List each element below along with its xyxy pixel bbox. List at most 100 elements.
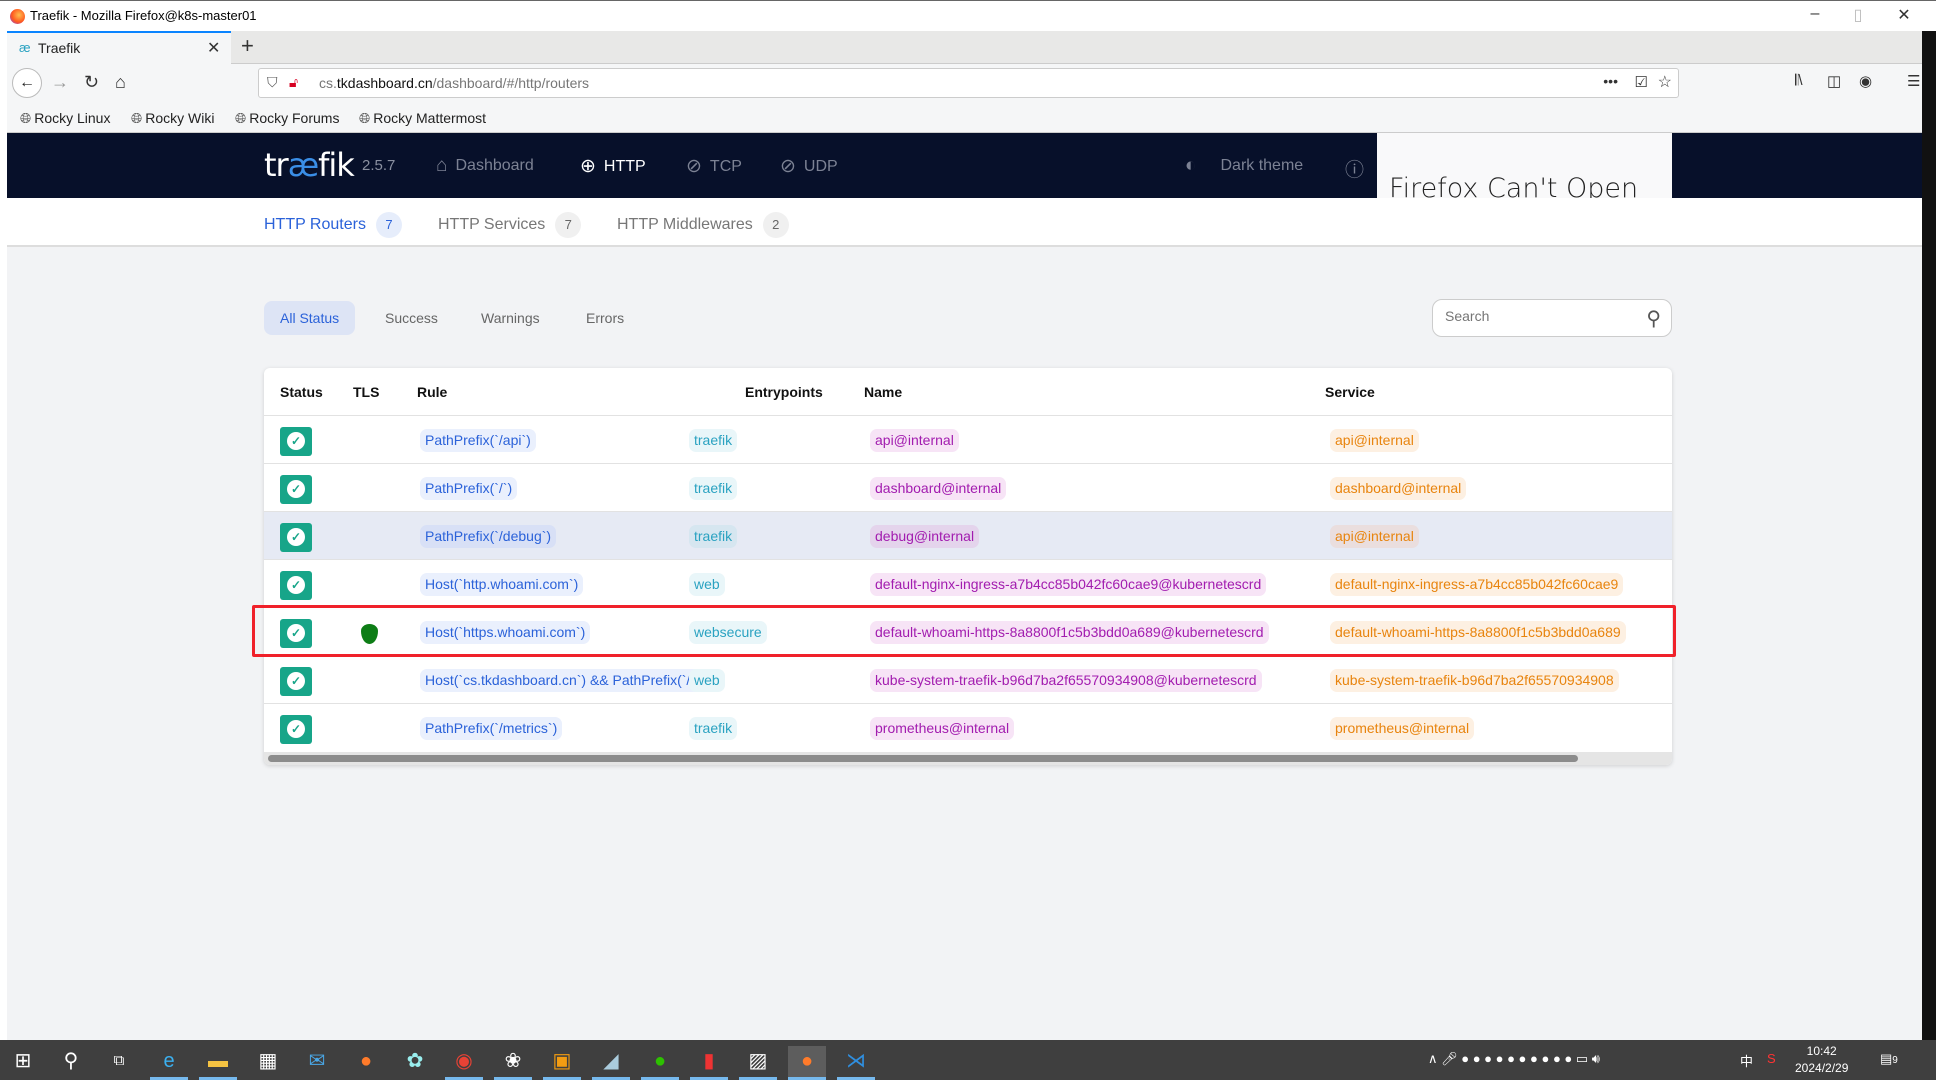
app-icon[interactable]: ▣	[543, 1046, 581, 1080]
app-icon[interactable]: ❀	[494, 1046, 532, 1080]
sidebar-icon[interactable]: ◫	[1827, 72, 1841, 90]
count-badge: 7	[375, 212, 402, 238]
sogou-icon[interactable]: S	[1767, 1051, 1776, 1066]
edge-icon[interactable]: e	[150, 1046, 188, 1080]
search-taskbar-icon[interactable]: ⚲	[52, 1046, 90, 1080]
scrollbar-thumb[interactable]	[268, 755, 1578, 762]
home-button[interactable]: ⌂	[115, 72, 126, 93]
subtabs: HTTP Routers 7 HTTP Services 7 HTTP Middle…	[7, 198, 1922, 247]
version-label: 2.5.7	[362, 157, 396, 174]
tab-http-routers[interactable]: HTTP Routers 7	[264, 212, 402, 238]
file-explorer-icon[interactable]: ▬	[199, 1046, 237, 1080]
forward-button[interactable]: →	[51, 72, 69, 93]
success-check-icon	[280, 523, 312, 552]
tab-http-middlewares[interactable]: HTTP Middlewares 2	[617, 212, 789, 238]
table-row[interactable]: PathPrefix(`/`) traefik dashboard@internal…	[264, 463, 1672, 511]
store-icon[interactable]: ▦	[249, 1046, 287, 1080]
rule-chip: PathPrefix(`/debug`)	[420, 525, 557, 548]
nav-tcp[interactable]: ⊘ TCP	[686, 155, 742, 178]
taskbar: ⊞ ⚲ ⧉ e ▬ ▦ ✉ ● ✿ ◉ ❀ ▣ ◢ ● ▮ ▨ ● ⋊ ∧ 🎤︎…	[0, 1040, 1936, 1080]
url-text[interactable]: cs.tkdashboard.cn/dashboard/#/http/route…	[319, 75, 589, 91]
help-button[interactable]: ⓘ	[1345, 155, 1364, 182]
table-row[interactable]: PathPrefix(`/metrics`) traefik prometheus@…	[264, 703, 1672, 751]
filter-warnings[interactable]: Warnings	[465, 301, 556, 335]
menu-icon[interactable]: ☰	[1907, 72, 1920, 90]
app-icon[interactable]: ▮	[690, 1046, 728, 1080]
bookmark-star-icon[interactable]: ☆	[1658, 72, 1672, 92]
insecure-lock-icon[interactable]: 🔓︎	[289, 74, 298, 91]
close-tab-icon[interactable]: ✕	[207, 38, 220, 58]
bookmark-rocky-linux[interactable]: 🌐︎ Rocky Linux	[20, 110, 110, 127]
app-icon[interactable]: ▨	[739, 1046, 777, 1080]
account-icon[interactable]: ◉	[1859, 72, 1872, 90]
dark-theme-toggle[interactable]: ◐ Dark theme	[1185, 155, 1303, 177]
minimize-button[interactable]: –	[1800, 5, 1830, 23]
theme-label: Dark theme	[1220, 157, 1304, 174]
col-rule[interactable]: Rule	[417, 384, 447, 400]
app-icon[interactable]: ◢	[592, 1046, 630, 1080]
tracking-shield-icon[interactable]: ⛉	[267, 74, 278, 91]
chrome-icon[interactable]: ◉	[445, 1046, 483, 1080]
name-chip: prometheus@internal	[870, 717, 1015, 740]
tab-label: HTTP Middlewares	[617, 216, 753, 233]
rule-chip: PathPrefix(`/metrics`)	[420, 717, 563, 740]
col-status[interactable]: Status	[280, 384, 323, 400]
task-view-icon[interactable]: ⧉	[100, 1046, 138, 1080]
entrypoint-chip: traefik	[689, 477, 738, 500]
ime-indicator[interactable]: 中	[1740, 1051, 1753, 1070]
clock[interactable]: 10:42 2024/2/29	[1795, 1043, 1848, 1077]
traefik-logo[interactable]: træfik	[264, 146, 355, 184]
table-row[interactable]: PathPrefix(`/api`) traefik api@internal api…	[264, 415, 1672, 463]
nav-label: Dashboard	[455, 157, 534, 174]
col-tls[interactable]: TLS	[353, 384, 379, 400]
table-row[interactable]: PathPrefix(`/debug`) traefik debug@interna…	[264, 511, 1672, 559]
bookmark-rocky-mattermost[interactable]: 🌐︎ Rocky Mattermost	[359, 110, 486, 127]
vscode-icon[interactable]: ⋊	[837, 1046, 875, 1080]
restore-button[interactable]: ▯	[1843, 5, 1873, 25]
search-input[interactable]	[1445, 308, 1625, 324]
tab-label: HTTP Routers	[264, 216, 366, 233]
firefox-active-icon[interactable]: ●	[788, 1046, 826, 1080]
col-entrypoints[interactable]: Entrypoints	[745, 384, 823, 400]
notifications-icon[interactable]: ▤9	[1880, 1051, 1898, 1067]
reload-button[interactable]: ↻	[84, 72, 99, 93]
firefox-icon	[10, 9, 25, 24]
time: 10:42	[1806, 1044, 1837, 1058]
firefox-taskbar-icon[interactable]: ●	[347, 1046, 385, 1080]
new-tab-button[interactable]: +	[241, 33, 254, 59]
bookmark-rocky-wiki[interactable]: 🌐︎ Rocky Wiki	[131, 110, 214, 127]
highlight-annotation-box	[252, 605, 1676, 657]
globe-icon: 🌐︎	[20, 110, 32, 126]
nav-udp[interactable]: ⊘ UDP	[780, 155, 838, 178]
mail-icon[interactable]: ✉	[298, 1046, 336, 1080]
start-button[interactable]: ⊞	[4, 1046, 42, 1080]
table-row[interactable]: Host(`http.whoami.com`) web default-nginx-…	[264, 559, 1672, 607]
col-name[interactable]: Name	[864, 384, 902, 400]
tray-overflow-icon[interactable]: ∧ 🎤︎ ● ● ● ● ● ● ● ● ● ● ▭ 🔊︎	[1428, 1051, 1600, 1067]
url-bar[interactable]: ⛉ 🔓︎ cs.tkdashboard.cn/dashboard/#/http/…	[258, 68, 1679, 98]
name-chip: default-nginx-ingress-a7b4cc85b042fc60ca…	[870, 573, 1267, 596]
col-service[interactable]: Service	[1325, 384, 1375, 400]
nav-dashboard[interactable]: ⌂ Dashboard	[436, 155, 534, 177]
bookmark-rocky-forums[interactable]: 🌐︎ Rocky Forums	[235, 110, 339, 127]
droplet-icon: ◐	[1185, 155, 1197, 176]
search-icon[interactable]: ⚲	[1646, 306, 1661, 331]
nav-http[interactable]: ⊕ HTTP	[580, 155, 646, 178]
count-badge: 2	[762, 212, 789, 238]
pocket-icon[interactable]: ☑	[1635, 73, 1648, 91]
table-row[interactable]: Host(`cs.tkdashboard.cn`) && PathPrefix(…	[264, 655, 1672, 703]
wechat-icon[interactable]: ●	[641, 1046, 679, 1080]
horizontal-scrollbar[interactable]	[264, 752, 1672, 765]
tab-http-services[interactable]: HTTP Services 7	[438, 212, 582, 238]
filter-errors[interactable]: Errors	[570, 301, 640, 335]
tab-traefik[interactable]: æ Traefik ✕	[7, 31, 231, 64]
globe-icon: ⊕	[580, 156, 596, 177]
more-actions-icon[interactable]: •••	[1603, 73, 1618, 89]
back-button[interactable]: ←	[12, 68, 42, 98]
filter-success[interactable]: Success	[369, 301, 454, 335]
filter-all-status[interactable]: All Status	[264, 301, 356, 335]
library-icon[interactable]: 𝄃\	[1795, 72, 1803, 89]
notification-count: 9	[1892, 1055, 1898, 1066]
close-window-button[interactable]: ✕	[1889, 5, 1919, 25]
chatgpt-icon[interactable]: ✿	[396, 1046, 434, 1080]
